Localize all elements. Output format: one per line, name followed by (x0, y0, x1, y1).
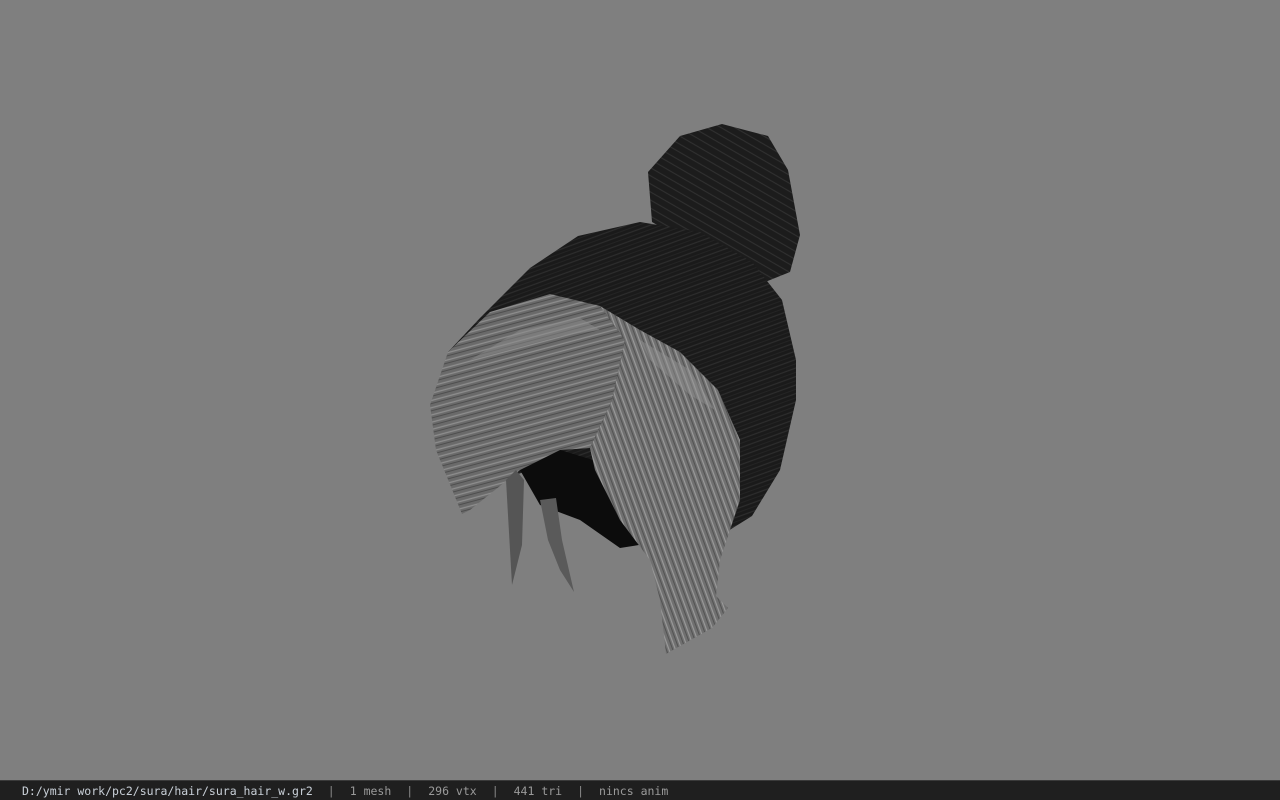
status-file-path: D:/ymir work/pc2/sura/hair/sura_hair_w.g… (22, 783, 313, 798)
status-separator: | (491, 783, 499, 798)
hair-model-render (430, 124, 800, 654)
status-separator: | (577, 783, 585, 798)
status-mesh-count: 1 mesh (349, 783, 392, 798)
status-separator: | (406, 783, 414, 798)
status-animation: nincs anim (599, 783, 669, 798)
hair-thin-strand-1 (506, 470, 524, 585)
3d-viewport[interactable] (0, 0, 1280, 780)
status-separator: | (327, 783, 335, 798)
status-bar: D:/ymir work/pc2/sura/hair/sura_hair_w.g… (0, 780, 1280, 800)
status-vertex-count: 296 vtx (428, 783, 477, 798)
status-triangle-count: 441 tri (513, 783, 563, 798)
